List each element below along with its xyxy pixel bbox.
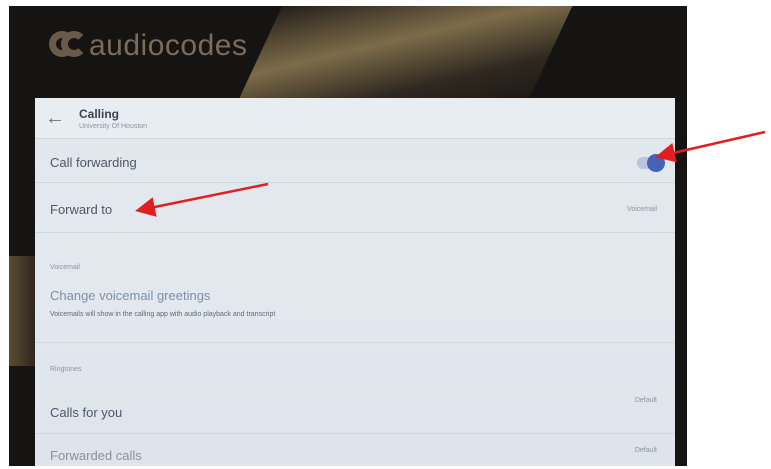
arrow-left-icon[interactable]: ← [35, 98, 75, 138]
brand-logo: audiocodes [49, 28, 247, 64]
header-bar: ← Calling University Of Houston [35, 98, 675, 139]
forwarded-calls-label: Forwarded calls [50, 448, 142, 463]
voicemail-section-heading: Voicemail [50, 264, 80, 271]
change-voicemail-greetings-link[interactable]: Change voicemail greetings [50, 288, 210, 303]
device-frame: audiocodes ← Calling University Of Houst… [9, 6, 687, 466]
call-forwarding-row[interactable]: Call forwarding [35, 139, 675, 183]
page-title: Calling [79, 106, 120, 121]
brand-logo-text: audiocodes [89, 29, 248, 62]
calls-for-you-label: Calls for you [50, 405, 123, 420]
header-title-block: Calling University Of Houston [79, 107, 147, 130]
calling-settings-screen: ← Calling University Of Houston Call for… [35, 98, 675, 466]
calls-for-you-value: Default [634, 397, 657, 404]
forwarded-calls-value: Default [634, 447, 657, 454]
ringtones-section: Ringtones Calls for you Default [35, 343, 675, 433]
page-subtitle: University Of Houston [79, 122, 148, 130]
forward-to-value: Voicemail [627, 206, 657, 213]
voicemail-section: Voicemail Change voicemail greetings Voi… [35, 233, 675, 343]
forward-to-label: Forward to [50, 202, 113, 217]
forwarded-calls-row[interactable]: Forwarded calls Default [35, 433, 675, 466]
audiocodes-logo-icon [49, 31, 87, 61]
voicemail-description: Voicemails will show in the calling app … [50, 311, 276, 318]
call-forwarding-toggle[interactable] [637, 154, 665, 172]
ringtones-section-heading: Ringtones [50, 366, 82, 373]
toggle-knob [647, 154, 665, 172]
forward-to-row[interactable]: Forward to Voicemail [35, 183, 675, 233]
call-forwarding-label: Call forwarding [50, 155, 137, 170]
